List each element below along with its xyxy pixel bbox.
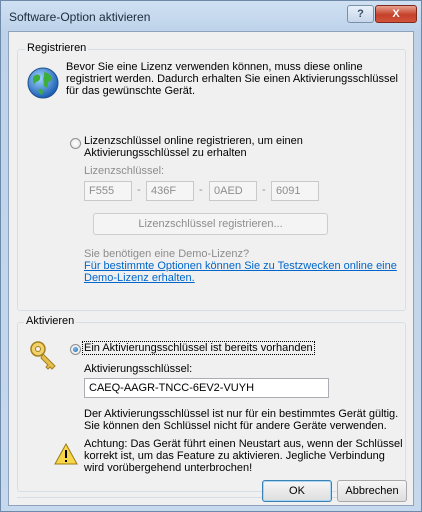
license-key-part-3[interactable]: 0AED xyxy=(209,181,257,201)
restart-warning: Achtung: Das Gerät führt einen Neustart … xyxy=(84,438,403,474)
radio-label-line-1: Lizenzschlüssel online registrieren, um … xyxy=(84,135,303,147)
window-title: Software-Option aktivieren xyxy=(9,10,151,24)
license-key-label: Lizenzschlüssel: xyxy=(84,165,165,177)
info-line-2: Sie können den Schlüssel nicht für ander… xyxy=(84,420,387,432)
activation-key-info: Der Aktivierungsschlüssel ist nur für ei… xyxy=(84,408,398,432)
activation-key-present-label[interactable]: Ein Aktivierungsschlüssel ist bereits vo… xyxy=(82,341,315,355)
radio-label-line-2: Aktivierungsschlüssel zu erhalten xyxy=(84,147,247,159)
demo-question: Sie benötigen eine Demo-Lizenz? xyxy=(84,248,250,260)
globe-icon xyxy=(27,67,59,99)
cancel-button[interactable]: Abbrechen xyxy=(337,480,407,502)
key-separator: - xyxy=(199,184,203,196)
demo-link-line-2[interactable]: Demo-Lizenz erhalten. xyxy=(84,272,397,284)
activation-key-label: Aktivierungsschlüssel: xyxy=(84,363,193,375)
ok-button[interactable]: OK xyxy=(262,480,332,502)
license-key-part-4[interactable]: 6091 xyxy=(271,181,319,201)
activation-key-input[interactable]: CAEQ-AAGR-TNCC-6EV2-VUYH xyxy=(84,378,329,398)
warning-line-2: korrekt ist, um das Feature zu aktiviere… xyxy=(84,450,385,462)
register-online-radio[interactable] xyxy=(70,138,81,149)
close-button[interactable]: X xyxy=(375,5,417,23)
license-key-part-2[interactable]: 436F xyxy=(146,181,194,201)
registrieren-group-title: Registrieren xyxy=(25,42,89,54)
registrieren-group: Registrieren Bevor Sie eine Lizenz verwe… xyxy=(17,42,406,311)
aktivieren-group-title: Aktivieren xyxy=(24,315,77,327)
warning-line-3: wird vorübergehend unterbrochen! xyxy=(84,462,253,474)
registrieren-intro: Bevor Sie eine Lizenz verwenden können, … xyxy=(66,61,398,97)
intro-line-1: Bevor Sie eine Lizenz verwenden können, … xyxy=(66,61,363,73)
key-separator: - xyxy=(137,184,141,196)
help-button[interactable]: ? xyxy=(347,5,374,23)
activation-key-present-radio[interactable] xyxy=(70,344,81,355)
dialog-window: Software-Option aktivieren ? X Registrie… xyxy=(0,0,422,512)
warning-icon xyxy=(54,443,78,465)
register-online-label[interactable]: Lizenzschlüssel online registrieren, um … xyxy=(84,135,303,159)
demo-link-line-1[interactable]: Für bestimmte Optionen können Sie zu Tes… xyxy=(84,260,397,272)
dialog-client-area: Registrieren Bevor Sie eine Lizenz verwe… xyxy=(8,31,414,506)
intro-line-2: registriert werden. Dadurch erhalten Sie… xyxy=(66,73,399,85)
warning-line-1: Achtung: Das Gerät führt einen Neustart … xyxy=(84,438,403,450)
key-separator: - xyxy=(262,184,266,196)
aktivieren-group: Aktivieren Ein Aktivierungsschlüssel ist… xyxy=(17,315,406,492)
license-key-part-1[interactable]: F555 xyxy=(84,181,132,201)
key-icon xyxy=(30,341,56,370)
title-bar[interactable]: Software-Option aktivieren ? X xyxy=(1,1,421,31)
intro-line-3: für das gewünschte Gerät. xyxy=(66,85,196,97)
demo-license-link[interactable]: Für bestimmte Optionen können Sie zu Tes… xyxy=(84,260,397,284)
info-line-1: Der Aktivierungsschlüssel ist nur für ei… xyxy=(84,408,399,420)
register-license-button[interactable]: Lizenzschlüssel registrieren... xyxy=(93,213,328,235)
